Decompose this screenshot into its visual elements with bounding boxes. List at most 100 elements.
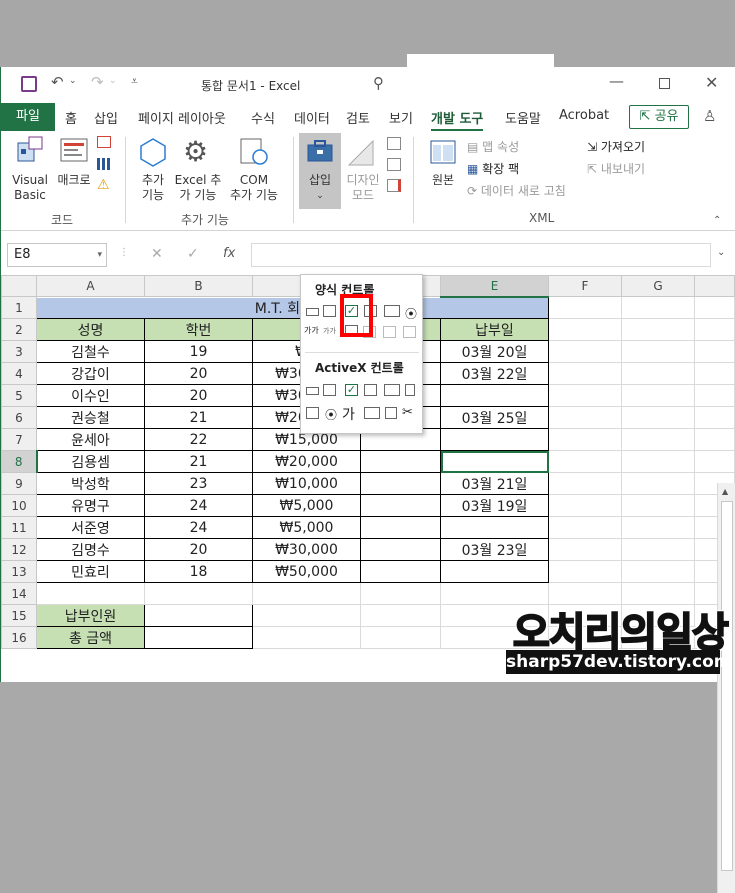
cell[interactable] <box>548 494 622 517</box>
enter-icon[interactable]: ✓ <box>187 246 199 262</box>
activex-scroll-bar-icon[interactable] <box>405 384 415 396</box>
column-header-b[interactable]: B <box>144 275 253 297</box>
tab-formulas[interactable]: 수식 <box>251 108 275 127</box>
cell[interactable] <box>694 428 735 451</box>
cell[interactable] <box>548 384 622 407</box>
cell[interactable] <box>694 450 735 473</box>
addins-button[interactable]: 추가 기능 <box>134 173 172 203</box>
maximize-icon[interactable] <box>659 78 670 89</box>
activex-list-box-icon[interactable] <box>364 384 377 396</box>
cell[interactable]: 23 <box>144 472 253 495</box>
visual-basic-button[interactable]: Visual Basic <box>11 173 49 203</box>
cell[interactable] <box>548 450 622 473</box>
cell[interactable] <box>621 362 695 385</box>
cell[interactable] <box>621 560 695 583</box>
save-icon[interactable] <box>21 76 37 92</box>
cell[interactable] <box>440 384 549 407</box>
macro-button[interactable]: 매크로 <box>53 173 95 188</box>
cell[interactable]: ₩20,000 <box>252 450 361 473</box>
header-cell[interactable]: 성명 <box>36 318 145 341</box>
activex-text-box-icon[interactable] <box>384 384 400 396</box>
cell[interactable]: 03월 20일 <box>440 340 549 363</box>
cell[interactable]: 김용셈 <box>36 450 145 473</box>
tab-page-layout[interactable]: 페이지 레이아웃 <box>138 108 226 127</box>
form-group-box-icon[interactable]: 가가 <box>304 325 319 336</box>
cell[interactable] <box>621 318 695 341</box>
cell[interactable]: 20 <box>144 384 253 407</box>
cell[interactable]: 김철수 <box>36 340 145 363</box>
tab-acrobat[interactable]: Acrobat <box>559 108 609 123</box>
design-mode-button[interactable]: 디자인 모드 <box>341 173 385 203</box>
com-addins-icon[interactable] <box>239 137 269 167</box>
map-properties-button[interactable]: ▤ 맵 속성 <box>467 138 519 155</box>
cell[interactable]: 21 <box>144 450 253 473</box>
cell[interactable] <box>360 626 441 649</box>
cell[interactable] <box>252 582 361 605</box>
cell[interactable]: 03월 23일 <box>440 538 549 561</box>
addins-icon[interactable] <box>138 137 168 167</box>
cell[interactable]: ₩10,000 <box>252 472 361 495</box>
cell[interactable]: 22 <box>144 428 253 451</box>
import-button[interactable]: ⇲ 가져오기 <box>587 138 645 155</box>
cell[interactable] <box>621 538 695 561</box>
cell[interactable]: 24 <box>144 494 253 517</box>
cell[interactable]: 20 <box>144 538 253 561</box>
row-header[interactable]: 7 <box>1 428 37 451</box>
column-header-a[interactable]: A <box>36 275 145 297</box>
name-box[interactable]: E8 ▾ <box>7 243 107 267</box>
redo-icon[interactable]: ↷ <box>91 73 104 91</box>
export-button[interactable]: ⇱ 내보내기 <box>587 160 645 177</box>
cell[interactable] <box>694 384 735 407</box>
activex-image-icon[interactable] <box>364 407 380 419</box>
scroll-up-icon[interactable]: ▲ <box>722 487 728 496</box>
cell[interactable] <box>548 296 622 319</box>
cell[interactable] <box>440 428 549 451</box>
cell[interactable] <box>360 604 441 627</box>
macro-security-icon[interactable]: ⚠ <box>97 177 110 193</box>
form-combo-box-icon[interactable] <box>323 305 336 317</box>
cell[interactable] <box>548 472 622 495</box>
row-header[interactable]: 14 <box>1 582 37 605</box>
header-cell[interactable]: 학번 <box>144 318 253 341</box>
activex-label-icon[interactable]: 가 <box>342 404 355 424</box>
insert-controls-button[interactable]: 삽입 ⌄ <box>299 133 341 209</box>
refresh-data-button[interactable]: ⟳ 데이터 새로 고침 <box>467 182 566 199</box>
form-button-control-icon[interactable] <box>306 308 319 316</box>
expand-formula-bar-icon[interactable]: ⌄ <box>717 247 725 258</box>
row-header[interactable]: 11 <box>1 516 37 539</box>
cell[interactable] <box>548 428 622 451</box>
title-cell[interactable]: M.T. 회비 납 <box>36 296 549 319</box>
design-mode-icon[interactable] <box>347 139 377 167</box>
collapse-ribbon-icon[interactable]: ⌃ <box>713 215 721 226</box>
cell[interactable] <box>252 626 361 649</box>
summary-label[interactable]: 납부인원 <box>36 604 145 627</box>
properties-icon[interactable] <box>387 137 401 150</box>
cell[interactable] <box>252 604 361 627</box>
row-header[interactable]: 3 <box>1 340 37 363</box>
activex-toggle-button-icon[interactable] <box>385 407 397 419</box>
cell[interactable] <box>621 516 695 539</box>
tab-review[interactable]: 검토 <box>346 108 370 127</box>
row-header[interactable]: 13 <box>1 560 37 583</box>
source-icon[interactable] <box>429 139 457 167</box>
undo-icon[interactable]: ↶ <box>51 73 64 91</box>
activex-combo-box-icon[interactable] <box>323 384 336 396</box>
cell[interactable]: 03월 21일 <box>440 472 549 495</box>
cell[interactable] <box>548 516 622 539</box>
cell[interactable] <box>548 362 622 385</box>
cell[interactable]: 21 <box>144 406 253 429</box>
cell[interactable]: 유명구 <box>36 494 145 517</box>
row-header[interactable]: 16 <box>1 626 37 649</box>
header-cell[interactable]: 납부일 <box>440 318 549 341</box>
source-button[interactable]: 원본 <box>425 173 461 188</box>
cell[interactable]: 24 <box>144 516 253 539</box>
record-macro-icon[interactable] <box>97 136 111 148</box>
cell[interactable]: 03월 19일 <box>440 494 549 517</box>
cell[interactable]: 20 <box>144 362 253 385</box>
cell[interactable]: ₩5,000 <box>252 494 361 517</box>
cell[interactable]: 19 <box>144 340 253 363</box>
more-controls-icon[interactable]: ✂ <box>402 405 413 420</box>
tab-file[interactable]: 파일 <box>1 103 55 131</box>
insert-function-icon[interactable]: fx <box>223 246 235 261</box>
gear-icon[interactable]: ⚙ <box>183 137 213 167</box>
